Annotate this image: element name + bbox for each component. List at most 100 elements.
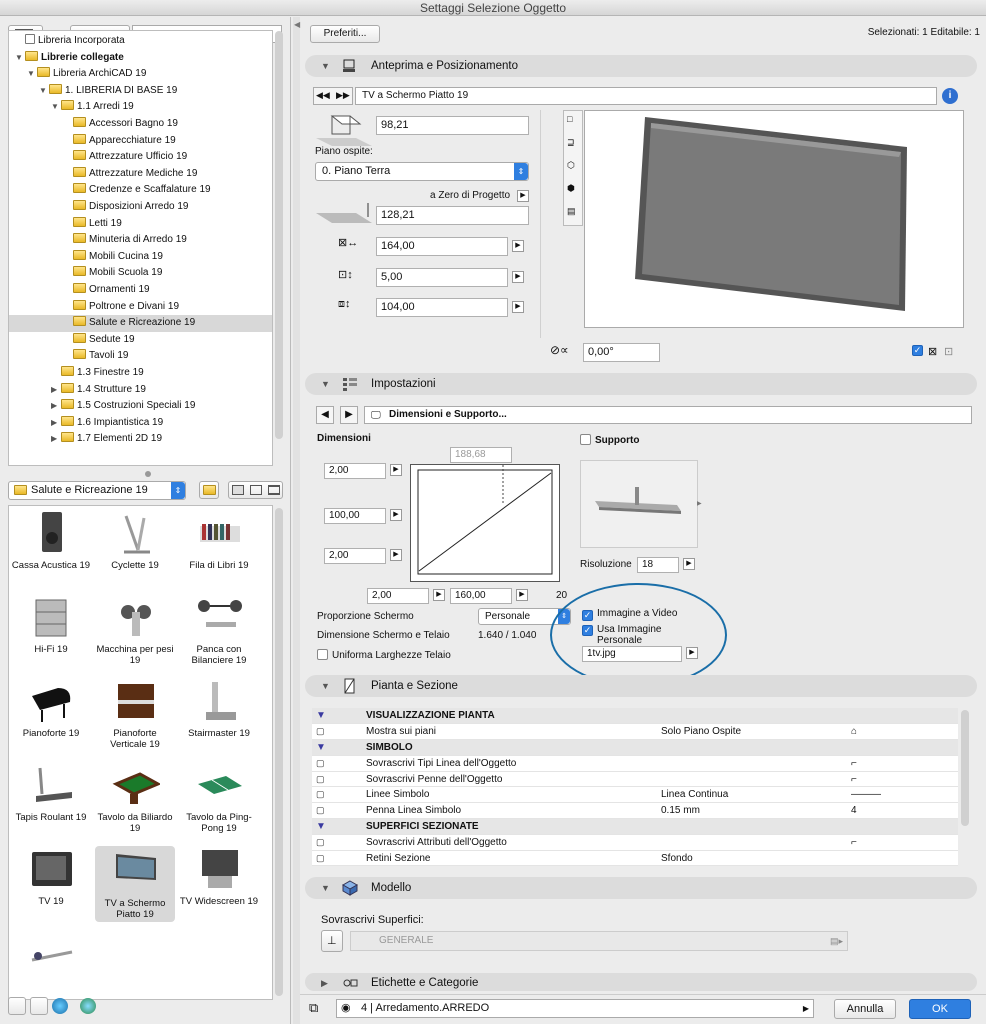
- tree-item[interactable]: Apparecchiature 19: [9, 133, 272, 150]
- row-value[interactable]: [657, 834, 847, 851]
- row-control[interactable]: [897, 771, 958, 788]
- tree-item[interactable]: Tavoli 19: [9, 348, 272, 365]
- surface-select[interactable]: GENERALE ▤▸: [350, 931, 848, 951]
- object-thumbnail[interactable]: Panca con Bilanciere 19: [179, 594, 259, 666]
- collapse-triangle-icon[interactable]: ▼: [312, 818, 362, 835]
- tree-item[interactable]: Attrezzature Ufficio 19: [9, 149, 272, 166]
- mirror-checkbox[interactable]: ✓: [912, 345, 923, 356]
- object-thumbnail[interactable]: Fila di Libri 19: [179, 510, 259, 571]
- tree-item[interactable]: ▶ 1.4 Strutture 19: [9, 382, 272, 399]
- row-control[interactable]: [897, 834, 958, 851]
- mirror-icon[interactable]: ⊠: [928, 345, 937, 358]
- z-size-popup[interactable]: ▶: [512, 301, 524, 313]
- collapsed-triangle-icon[interactable]: ▶: [51, 382, 61, 399]
- library-manager-icon[interactable]: [8, 997, 26, 1015]
- next-page-button[interactable]: ▶: [340, 406, 358, 424]
- folder-select[interactable]: Salute e Ricreazione 19 ⇕: [8, 481, 186, 500]
- preview-expand-icon[interactable]: ▶: [697, 500, 702, 507]
- splitter-handle[interactable]: [145, 471, 151, 477]
- elevation-input[interactable]: 128,21: [376, 206, 529, 225]
- height-input[interactable]: 98,21: [376, 116, 529, 135]
- expanded-triangle-icon[interactable]: ▼: [27, 66, 37, 83]
- object-thumbnail[interactable]: Stairmaster 19: [179, 678, 259, 739]
- row-control[interactable]: [897, 723, 958, 741]
- screen-height-input[interactable]: 100,00: [324, 508, 386, 524]
- collapse-triangle-icon[interactable]: ▼: [312, 708, 362, 725]
- frame-bottom-input[interactable]: 2,00: [324, 548, 386, 564]
- object-thumbnail[interactable]: Tapis Roulant 19: [11, 762, 91, 823]
- tree-item[interactable]: Disposizioni Arredo 19: [9, 199, 272, 216]
- object-thumbnail[interactable]: TV Widescreen 19: [179, 846, 259, 907]
- mirror-alt-icon[interactable]: ⊡: [944, 345, 953, 358]
- object-name-field[interactable]: TV a Schermo Piatto 19: [355, 87, 937, 105]
- uniforma-check[interactable]: [317, 649, 328, 660]
- row-control[interactable]: [897, 850, 958, 867]
- screen-height-popup[interactable]: ▶: [390, 509, 402, 521]
- tree-item[interactable]: Accessori Bagno 19: [9, 116, 272, 133]
- small-icons-view-icon[interactable]: [250, 485, 262, 495]
- row-extra[interactable]: ⌐: [847, 771, 897, 788]
- supporto-checkbox[interactable]: Supporto: [580, 434, 639, 446]
- tree-item[interactable]: Credenze e Scaffalature 19: [9, 182, 272, 199]
- tree-item[interactable]: ▶ 1.7 Elementi 2D 19: [9, 431, 272, 448]
- risoluzione-input[interactable]: 18: [637, 557, 679, 573]
- x-size-popup[interactable]: ▶: [512, 240, 524, 252]
- row-extra[interactable]: [847, 850, 897, 867]
- object-thumbnail[interactable]: Tavolo da Biliardo 19: [95, 762, 175, 834]
- tree-item[interactable]: ▼ 1. LIBRERIA DI BASE 19: [9, 83, 272, 100]
- object-thumbnail[interactable]: Macchina per pesi 19: [95, 594, 175, 666]
- row-control[interactable]: [897, 802, 958, 820]
- tree-item[interactable]: Libreria Incorporata: [9, 33, 272, 50]
- zero-progetto-popup[interactable]: ▶: [517, 190, 529, 202]
- tree-item[interactable]: 1.3 Finestre 19: [9, 365, 272, 382]
- frame-top-popup[interactable]: ▶: [390, 464, 402, 476]
- layer-select[interactable]: ◉ 4 | Arredamento.ARREDO ▶: [336, 999, 814, 1018]
- row-extra[interactable]: ⌂: [847, 723, 897, 741]
- next-object-icon[interactable]: ▶▶: [336, 90, 350, 101]
- tree-item[interactable]: ▼ 1.1 Arredi 19: [9, 99, 272, 116]
- object-thumbnail[interactable]: [11, 930, 91, 980]
- tree-scrollbar[interactable]: [275, 31, 283, 439]
- plan-view-icon[interactable]: □: [567, 114, 572, 124]
- large-icons-view-icon[interactable]: [232, 485, 244, 495]
- object-thumbnail[interactable]: Cyclette 19: [95, 510, 175, 571]
- film-view-icon[interactable]: ▤: [567, 206, 576, 217]
- tree-item[interactable]: Mobili Cucina 19: [9, 249, 272, 266]
- section-view-icon[interactable]: ⊒: [567, 137, 575, 148]
- tree-item[interactable]: Poltrone e Divani 19: [9, 299, 272, 316]
- tree-item[interactable]: Minuteria di Arredo 19: [9, 232, 272, 249]
- expanded-triangle-icon[interactable]: ▼: [39, 83, 49, 100]
- object-thumbnail[interactable]: Hi-Fi 19: [11, 594, 91, 655]
- collapsed-triangle-icon[interactable]: ▶: [51, 431, 61, 448]
- z-size-input[interactable]: 104,00: [376, 298, 508, 317]
- frame-left-popup[interactable]: ▶: [433, 589, 445, 601]
- list-view-icon[interactable]: [268, 485, 280, 495]
- collapse-triangle-icon[interactable]: ▼: [312, 739, 362, 756]
- row-value[interactable]: Sfondo: [657, 850, 847, 867]
- tree-item[interactable]: Sedute 19: [9, 332, 272, 349]
- info-icon[interactable]: i: [942, 88, 958, 104]
- total-width-input[interactable]: 188,68: [450, 447, 512, 463]
- object-thumbnail[interactable]: Pianoforte Verticale 19: [95, 678, 175, 750]
- row-extra[interactable]: ⌐: [847, 755, 897, 772]
- prev-page-button[interactable]: ◀: [316, 406, 334, 424]
- frame-bottom-popup[interactable]: ▶: [390, 549, 402, 561]
- tree-item[interactable]: ▶ 1.6 Impiantistica 19: [9, 415, 272, 432]
- tree-item[interactable]: ▶ 1.5 Costruzioni Speciali 19: [9, 398, 272, 415]
- override-surface-button[interactable]: ⊥: [321, 930, 343, 952]
- table-row[interactable]: ▢ Mostra sui piani Solo Piano Ospite ⌂: [312, 723, 958, 741]
- row-value[interactable]: [657, 771, 847, 788]
- folder-up-button[interactable]: [199, 481, 219, 499]
- object-thumbnail[interactable]: TV 19: [11, 846, 91, 907]
- collapse-left-icon[interactable]: ◀: [294, 20, 300, 29]
- row-extra[interactable]: ⌐: [847, 834, 897, 851]
- tree-item[interactable]: Mobili Scuola 19: [9, 265, 272, 282]
- tree-item[interactable]: Salute e Ricreazione 19: [9, 315, 272, 332]
- add-object-icon[interactable]: [30, 997, 48, 1015]
- row-value[interactable]: 0.15 mm: [657, 802, 847, 820]
- table-group-header[interactable]: ▼ SIMBOLO: [312, 739, 958, 756]
- expanded-triangle-icon[interactable]: ▼: [15, 50, 25, 67]
- y-size-popup[interactable]: ▶: [512, 271, 524, 283]
- object-thumbnail[interactable]: Pianoforte 19: [11, 678, 91, 739]
- piano-ospite-select[interactable]: 0. Piano Terra ⇕: [315, 162, 529, 181]
